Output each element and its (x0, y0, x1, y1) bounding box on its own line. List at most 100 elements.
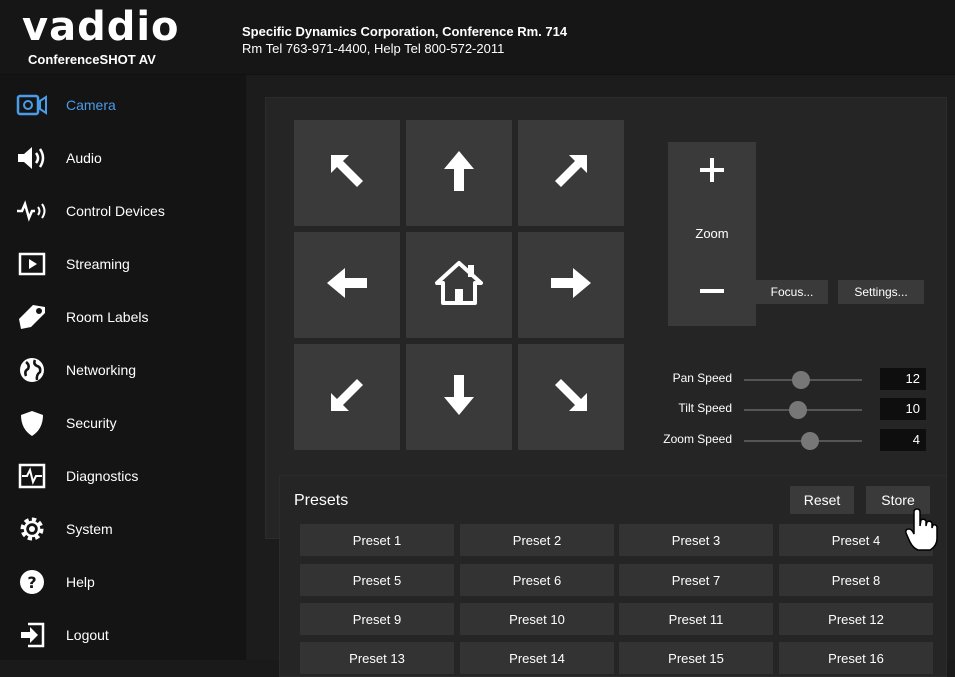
sidebar-item-label: Control Devices (66, 202, 165, 219)
zoom-speed-slider[interactable] (744, 432, 862, 450)
pan-left-button[interactable] (294, 232, 400, 338)
tilt-speed-value[interactable]: 10 (880, 398, 926, 420)
sidebar-item-system[interactable]: System (0, 502, 246, 555)
settings-button[interactable]: Settings... (838, 280, 924, 304)
preset-button[interactable]: Preset 2 (460, 524, 614, 556)
preset-button[interactable]: Preset 15 (619, 642, 773, 674)
reset-button[interactable]: Reset (790, 486, 854, 514)
preset-button[interactable]: Preset 14 (460, 642, 614, 674)
sidebar-item-networking[interactable]: Networking (0, 343, 246, 396)
pan-speed-label: Pan Speed (672, 371, 732, 385)
camera-control-panel: Zoom Focus... Settings... Pan Speed 12 T… (265, 97, 947, 539)
sidebar-item-label: System (66, 520, 113, 537)
vaddio-logo: vaddio ConferenceSHOT AV (22, 4, 222, 70)
zoom-label: Zoom (695, 226, 729, 241)
preset-button[interactable]: Preset 7 (619, 564, 773, 596)
zoom-speed-value[interactable]: 4 (880, 429, 926, 451)
plus-icon (699, 157, 725, 188)
pan-down-right-button[interactable] (518, 344, 624, 450)
arrow-down-icon (442, 373, 476, 422)
sidebar-item-room-labels[interactable]: Room Labels (0, 290, 246, 343)
preset-button[interactable]: Preset 13 (300, 642, 454, 674)
preset-button[interactable]: Preset 3 (619, 524, 773, 556)
slider-knob[interactable] (791, 371, 810, 389)
presets-title: Presets (294, 492, 349, 509)
slider-knob[interactable] (789, 401, 808, 419)
hand-cursor-icon (904, 508, 940, 552)
pan-up-right-button[interactable] (518, 120, 624, 226)
sidebar-item-diagnostics[interactable]: Diagnostics (0, 449, 246, 502)
arrow-down-left-icon (327, 375, 367, 420)
sidebar-item-audio[interactable]: Audio (0, 131, 246, 184)
tag-icon (16, 304, 48, 330)
pan-right-button[interactable] (518, 232, 624, 338)
preset-button[interactable]: Preset 8 (779, 564, 933, 596)
sidebar-item-control-devices[interactable]: Control Devices (0, 184, 246, 237)
room-info: Specific Dynamics Corporation, Conferenc… (242, 23, 567, 57)
home-icon (435, 259, 483, 312)
sidebar-item-label: Networking (66, 361, 137, 378)
home-button[interactable] (406, 232, 512, 338)
sidebar-item-label: Diagnostics (66, 467, 139, 484)
pan-speed-slider[interactable] (744, 371, 862, 389)
arrow-left-icon (325, 266, 369, 305)
pan-speed-value[interactable]: 12 (880, 368, 926, 390)
control-devices-icon (16, 198, 48, 224)
minus-icon (699, 281, 725, 299)
preset-button[interactable]: Preset 6 (460, 564, 614, 596)
sidebar-item-streaming[interactable]: Streaming (0, 237, 246, 290)
tilt-speed-label: Tilt Speed (678, 401, 732, 415)
sidebar-item-help[interactable]: ? Help (0, 555, 246, 608)
preset-button[interactable]: Preset 9 (300, 603, 454, 635)
preset-button[interactable]: Preset 10 (460, 603, 614, 635)
preset-button[interactable]: Preset 11 (619, 603, 773, 635)
sidebar: Camera Audio Control Devices Streaming R… (0, 75, 246, 660)
play-icon (16, 251, 48, 277)
sidebar-item-label: Security (66, 414, 117, 431)
tilt-speed-slider[interactable] (744, 401, 862, 419)
arrow-up-right-icon (551, 151, 591, 196)
pulse-icon (16, 463, 48, 489)
arrow-down-right-icon (551, 375, 591, 420)
zoom-speed-label: Zoom Speed (663, 432, 732, 446)
sidebar-item-label: Help (66, 573, 95, 590)
question-icon: ? (16, 569, 48, 595)
arrow-right-icon (549, 266, 593, 305)
sidebar-item-label: Logout (66, 626, 109, 643)
zoom-control: Zoom (668, 142, 756, 326)
pan-up-left-button[interactable] (294, 120, 400, 226)
preset-button[interactable]: Preset 5 (300, 564, 454, 596)
zoom-out-button[interactable] (668, 260, 756, 320)
main-content: Zoom Focus... Settings... Pan Speed 12 T… (247, 75, 955, 677)
logo-wordmark: vaddio (22, 4, 180, 50)
preset-button[interactable]: Preset 12 (779, 603, 933, 635)
sidebar-item-security[interactable]: Security (0, 396, 246, 449)
sidebar-item-label: Camera (66, 96, 116, 113)
sidebar-item-logout[interactable]: Logout (0, 608, 246, 661)
shield-icon (16, 410, 48, 436)
camera-icon (16, 92, 48, 118)
tilt-up-button[interactable] (406, 120, 512, 226)
presets-panel: Presets Reset Store Preset 1 Preset 2 Pr… (279, 475, 947, 677)
logout-icon (16, 622, 48, 648)
room-name: Specific Dynamics Corporation, Conferenc… (242, 24, 568, 39)
slider-knob[interactable] (801, 432, 820, 450)
sidebar-item-camera[interactable]: Camera (0, 78, 246, 131)
pan-down-left-button[interactable] (294, 344, 400, 450)
gear-icon (16, 516, 48, 542)
globe-icon (16, 357, 48, 383)
preset-button[interactable]: Preset 1 (300, 524, 454, 556)
product-name: ConferenceSHOT AV (28, 52, 156, 67)
header: vaddio ConferenceSHOT AV Specific Dynami… (0, 0, 955, 75)
svg-text:?: ? (27, 573, 36, 592)
room-phone: Rm Tel 763-971-4400, Help Tel 800-572-20… (242, 41, 505, 56)
zoom-in-button[interactable] (668, 142, 756, 202)
focus-button[interactable]: Focus... (756, 280, 828, 304)
arrow-up-left-icon (327, 151, 367, 196)
tilt-down-button[interactable] (406, 344, 512, 450)
sidebar-item-label: Streaming (66, 255, 130, 272)
sidebar-item-label: Room Labels (66, 308, 149, 325)
arrow-up-icon (442, 149, 476, 198)
sidebar-item-label: Audio (66, 149, 102, 166)
preset-button[interactable]: Preset 16 (779, 642, 933, 674)
